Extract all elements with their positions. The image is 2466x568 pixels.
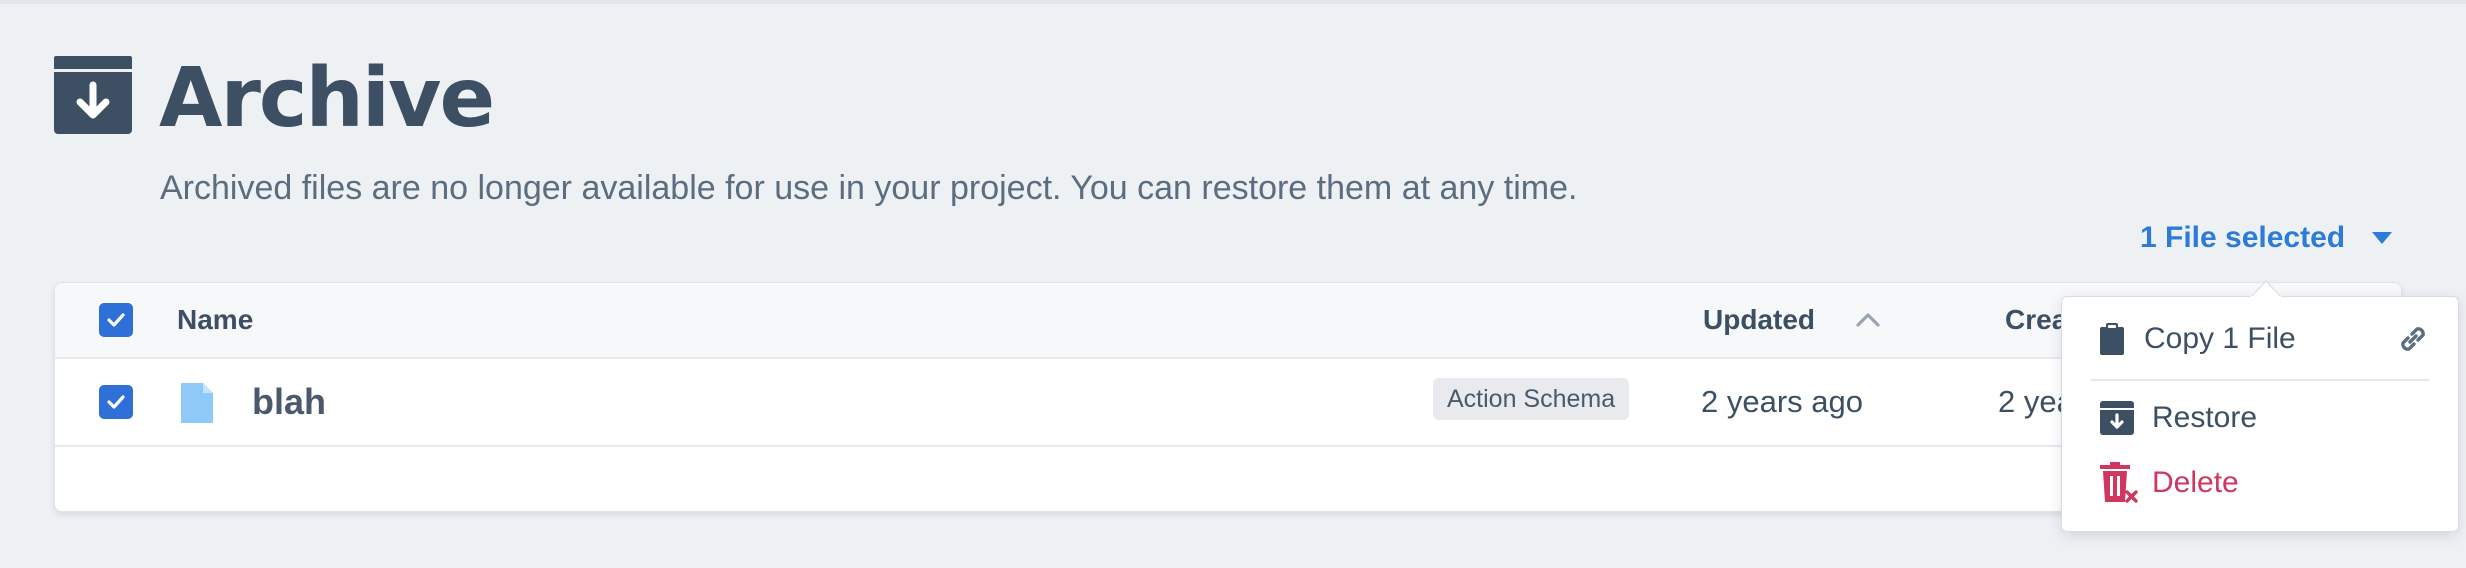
trash-icon (2100, 462, 2138, 503)
checkmark-icon (107, 395, 125, 409)
select-all-checkbox[interactable] (99, 303, 133, 337)
caret-down-icon (2372, 232, 2393, 244)
sort-ascending-icon[interactable] (1855, 310, 1881, 328)
file-type-badge: Action Schema (1433, 378, 1630, 420)
updated-cell: 2 years ago (1701, 384, 1863, 419)
clipboard-icon (2100, 323, 2124, 355)
archive-table: Name Updated Created blah Action Schema … (54, 282, 2402, 512)
page-subtitle: Archived files are no longer available f… (160, 169, 1578, 207)
row-checkbox[interactable] (99, 385, 133, 419)
table-row[interactable]: blah Action Schema 2 years ago 2 years a… (55, 359, 2401, 447)
menu-item-delete[interactable]: Delete (2062, 451, 2458, 515)
top-border (0, 0, 2466, 4)
menu-item-restore[interactable]: Restore (2062, 389, 2458, 451)
archive-icon (54, 56, 132, 134)
selection-dropdown-toggle[interactable]: 1 File selected (2140, 216, 2393, 260)
selection-actions-menu: Copy 1 File Restore Delete (2061, 296, 2459, 532)
link-icon[interactable] (2395, 321, 2431, 357)
menu-item-copy-label: Copy 1 File (2144, 322, 2296, 355)
checkmark-icon (107, 313, 125, 327)
column-header-name[interactable]: Name (177, 303, 253, 337)
page-title: Archive (159, 51, 495, 146)
menu-item-copy[interactable]: Copy 1 File (2062, 297, 2458, 377)
menu-pointer-caret (2249, 280, 2283, 299)
file-name[interactable]: blah (252, 381, 326, 423)
file-icon (181, 383, 213, 423)
menu-item-restore-label: Restore (2152, 401, 2258, 434)
archive-icon (2100, 401, 2134, 435)
table-header: Name Updated Created (55, 283, 2401, 359)
column-header-updated[interactable]: Updated (1703, 303, 1815, 337)
menu-item-delete-label: Delete (2152, 466, 2239, 499)
menu-divider (2091, 379, 2429, 381)
selection-count-label: 1 File selected (2140, 221, 2346, 254)
